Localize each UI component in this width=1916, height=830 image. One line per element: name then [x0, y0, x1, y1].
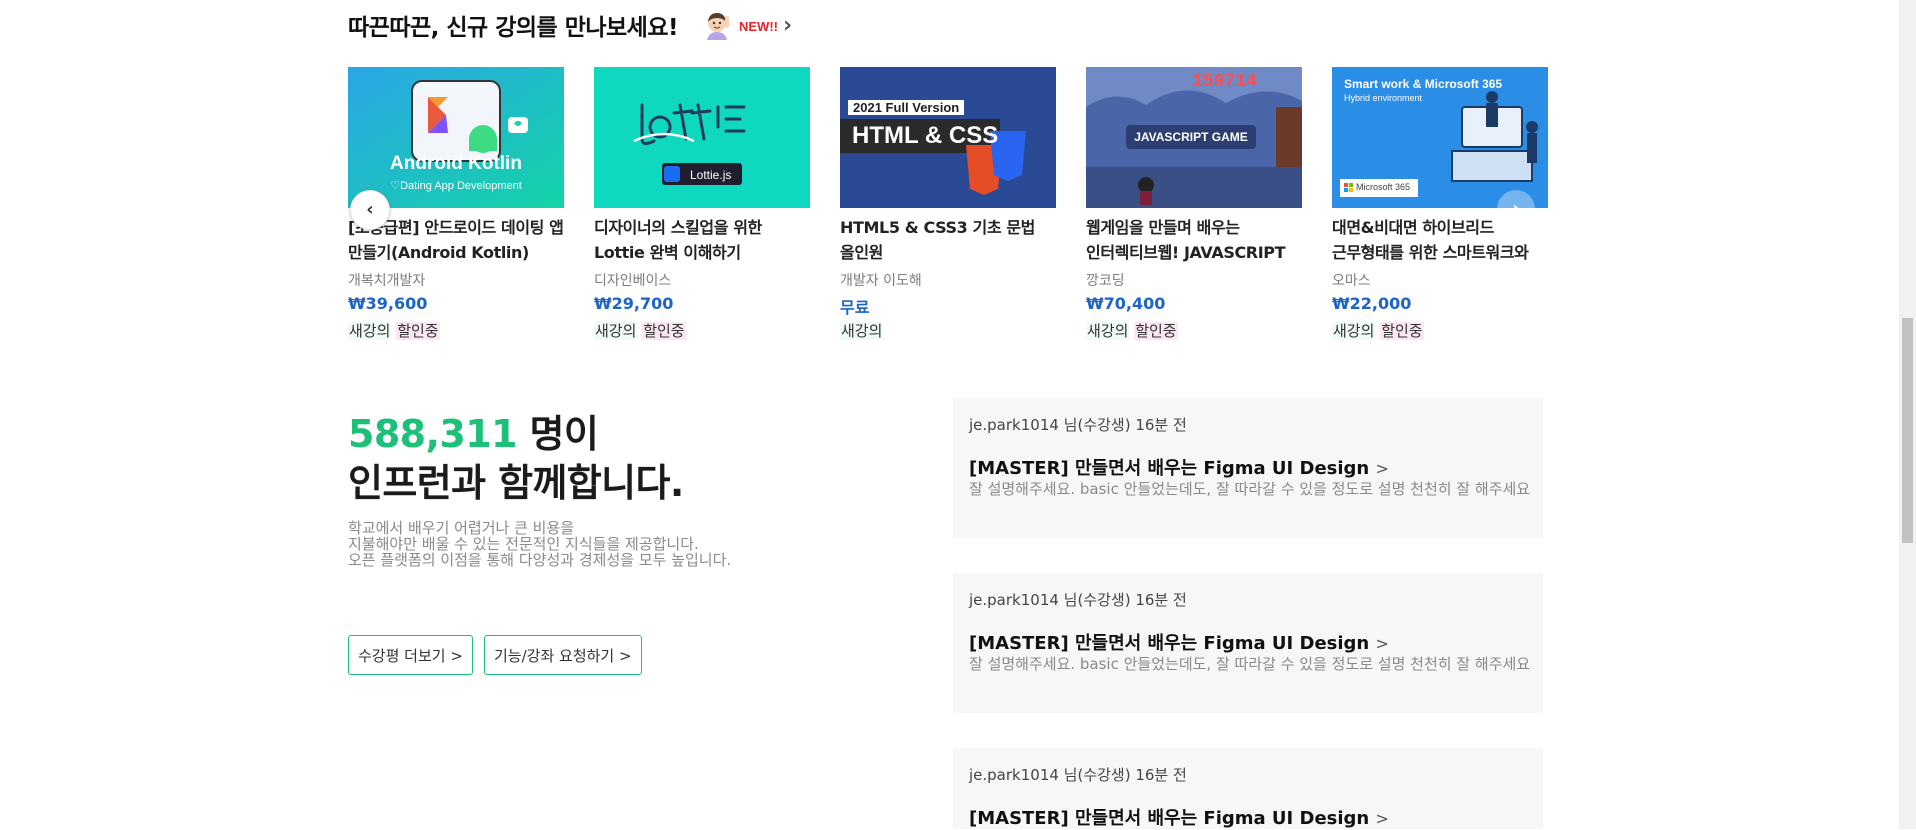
- course-title[interactable]: HTML5 & CSS3 기초 문법 올인원: [840, 215, 1056, 265]
- review-course-title[interactable]: [MASTER] 만들면서 배우는 Figma UI Design >: [969, 454, 1389, 480]
- tag-sale: 할인중: [1380, 322, 1424, 340]
- review-card[interactable]: je.park1014 님(수강생) 16분 전 [MASTER] 만들면서 배…: [953, 398, 1543, 538]
- course-instructor: 개복치개발자: [348, 273, 426, 289]
- course-instructor: 깡코딩: [1086, 273, 1125, 289]
- review-course-title[interactable]: [MASTER] 만들면서 배우는 Figma UI Design >: [969, 804, 1389, 830]
- review-course-name: [MASTER] 만들면서 배우는 Figma UI Design: [969, 458, 1370, 479]
- user-count-heading: 588,311 명이: [348, 403, 599, 458]
- thumbnail-title: Android Kotlin: [390, 153, 522, 174]
- thumbnail-subtitle: 159714: [1192, 72, 1257, 92]
- intro-line: 지불해야만 배울 수 있는 전문적인 지식들을 제공합니다.: [348, 535, 699, 553]
- tag-new: 새강의: [1332, 322, 1376, 340]
- chevron-right-icon: >: [1375, 459, 1389, 478]
- chevron-right-icon: ›: [1512, 198, 1520, 219]
- course-title[interactable]: 웹게임을 만들며 배우는 인터렉티브웹! JAVASCRIPT: [1086, 215, 1302, 265]
- course-tags: 새강의: [840, 320, 884, 341]
- course-tags: 새강의 할인중: [594, 320, 686, 341]
- review-meta: je.park1014 님(수강생) 16분 전: [969, 591, 1187, 609]
- tag-new: 새강의: [594, 322, 638, 340]
- chevron-right-icon: >: [1375, 809, 1389, 828]
- section-more-arrow-icon[interactable]: ›: [783, 13, 792, 38]
- course-price: ₩70,400: [1086, 294, 1166, 313]
- tag-new: 새강의: [348, 322, 392, 340]
- intro-line: 오픈 플랫폼의 이점을 통해 다양성과 경제성을 모두 높입니다.: [348, 551, 732, 569]
- review-course-name: [MASTER] 만들면서 배우는 Figma UI Design: [969, 633, 1370, 654]
- review-course-title[interactable]: [MASTER] 만들면서 배우는 Figma UI Design >: [969, 629, 1389, 655]
- tag-new: 새강의: [1086, 322, 1130, 340]
- course-thumbnail[interactable]: 159714 JAVASCRIPT GAME: [1086, 67, 1302, 208]
- feature-request-button[interactable]: 기능/강좌 요청하기 >: [484, 635, 642, 675]
- course-price: ₩29,700: [594, 294, 674, 313]
- course-tags: 새강의 할인중: [1332, 320, 1424, 341]
- tag-sale: 할인중: [642, 322, 686, 340]
- new-badge: NEW!!: [739, 19, 778, 34]
- intro-line: 학교에서 배우기 어렵거나 큰 비용을: [348, 519, 575, 537]
- user-count: 588,311: [348, 412, 517, 456]
- review-card[interactable]: je.park1014 님(수강생) 16분 전 [MASTER] 만들면서 배…: [953, 748, 1543, 829]
- course-thumbnail[interactable]: Android Kotlin ♡Dating App Development: [348, 67, 564, 208]
- microsoft-badge: Microsoft 365: [1356, 182, 1411, 192]
- thumbnail-title: HTML & CSS: [852, 122, 999, 149]
- carousel-prev-button[interactable]: ‹: [350, 190, 390, 230]
- thumbnail-title: Smart work & Microsoft 365: [1344, 77, 1503, 91]
- course-thumbnail[interactable]: 2021 Full Version HTML & CSS: [840, 67, 1056, 208]
- course-price: ₩22,000: [1332, 294, 1412, 313]
- review-card[interactable]: je.park1014 님(수강생) 16분 전 [MASTER] 만들면서 배…: [953, 573, 1543, 713]
- tag-new: 새강의: [840, 322, 884, 340]
- review-body: 잘 설명해주세요. basic 안들었는데도, 잘 따라갈 수 있을 정도로 설…: [969, 655, 1531, 673]
- user-count-suffix: 명이: [516, 412, 599, 456]
- intro-description: 학교에서 배우기 어렵거나 큰 비용을 지불해야만 배울 수 있는 전문적인 지…: [348, 520, 731, 568]
- carousel-next-button[interactable]: ›: [1497, 190, 1535, 228]
- chevron-left-icon: ‹: [366, 199, 374, 220]
- course-card[interactable]: 159714 JAVASCRIPT GAME 웹게임을 만들며 배우는 인터렉티…: [1086, 67, 1302, 357]
- thumbnail-subtitle: Lottie.js: [690, 168, 732, 182]
- course-thumbnail[interactable]: Lottie.js: [594, 67, 810, 208]
- section-title: 따끈따끈, 신규 강의를 만나보세요!: [348, 15, 679, 41]
- raising-hand-person-icon: [702, 10, 732, 40]
- thumbnail-subtitle: Hybrid environment: [1344, 93, 1423, 103]
- course-price: ₩39,600: [348, 294, 428, 313]
- course-title[interactable]: 디자이너의 스킬업을 위한 Lottie 완벽 이해하기: [594, 215, 810, 265]
- review-body: 잘 설명해주세요. basic 안들었는데도, 잘 따라갈 수 있을 정도로 설…: [969, 480, 1531, 498]
- review-meta: je.park1014 님(수강생) 16분 전: [969, 416, 1187, 434]
- course-tags: 새강의 할인중: [1086, 320, 1178, 341]
- thumbnail-subtitle: 2021 Full Version: [848, 100, 965, 115]
- thumbnail-subtitle: ♡Dating App Development: [390, 180, 522, 192]
- course-instructor: 개발자 이도해: [840, 273, 922, 289]
- scrollbar-thumb[interactable]: [1902, 318, 1913, 543]
- course-instructor: 디자인베이스: [594, 273, 672, 289]
- together-heading: 인프런과 함께합니다.: [348, 461, 684, 505]
- tag-sale: 할인중: [396, 322, 440, 340]
- chevron-right-icon: >: [1375, 634, 1389, 653]
- course-card[interactable]: 2021 Full Version HTML & CSS HTML5 & CSS…: [840, 67, 1056, 357]
- thumbnail-title: JAVASCRIPT GAME: [1134, 130, 1248, 144]
- review-course-name: [MASTER] 만들면서 배우는 Figma UI Design: [969, 808, 1370, 829]
- course-price: 무료: [840, 298, 870, 317]
- more-reviews-button[interactable]: 수강평 더보기 >: [348, 635, 473, 675]
- course-thumbnail[interactable]: Smart work & Microsoft 365 Hybrid enviro…: [1332, 67, 1548, 208]
- course-instructor: 오마스: [1332, 273, 1371, 289]
- course-tags: 새강의 할인중: [348, 320, 440, 341]
- review-meta: je.park1014 님(수강생) 16분 전: [969, 766, 1187, 784]
- course-card[interactable]: Lottie.js 디자이너의 스킬업을 위한 Lottie 완벽 이해하기 디…: [594, 67, 810, 357]
- tag-sale: 할인중: [1134, 322, 1178, 340]
